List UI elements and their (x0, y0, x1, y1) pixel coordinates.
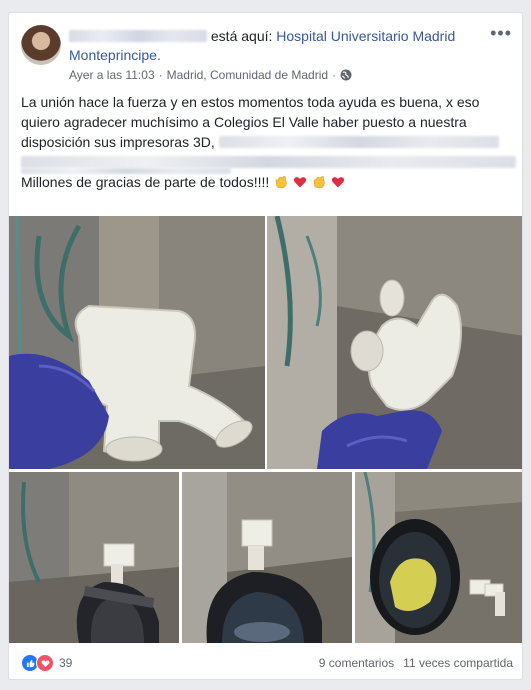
post-text-line-5: Millones de gracias de parte de todos!!!… (21, 172, 516, 192)
reaction-count[interactable]: 39 (59, 656, 72, 670)
post-card: está aquí: Hospital Universitario Madrid… (8, 12, 523, 680)
meta-separator: · (158, 68, 163, 82)
reactions-summary[interactable]: 39 (21, 654, 72, 672)
comments-count[interactable]: 9 comentarios (319, 656, 394, 670)
redacted-text (21, 168, 231, 174)
shares-count[interactable]: 11 veces compartida (403, 656, 513, 670)
redacted-text (21, 156, 516, 168)
clap-emoji (275, 176, 287, 189)
photo-snorkel-mask-1[interactable] (9, 472, 179, 643)
post-text-line-1: La unión hace la fuerza y en estos momen… (21, 94, 480, 110)
more-options-icon[interactable]: ••• (490, 24, 512, 42)
meta-separator-2: · (332, 68, 337, 82)
heart-emoji (331, 177, 344, 188)
photo-valve-piece-2[interactable] (267, 216, 522, 469)
photo-snorkel-mask-2[interactable] (182, 472, 352, 643)
globe-icon[interactable] (340, 69, 352, 81)
heart-emoji (293, 177, 307, 188)
photo-snorkel-mask-3[interactable] (355, 472, 522, 643)
timestamp[interactable]: Ayer a las 11:03 (69, 68, 155, 82)
redacted-text (218, 136, 499, 148)
author-name-redacted[interactable] (69, 30, 207, 42)
post-text-line-3-visible: disposición sus impresoras 3D, (21, 134, 215, 150)
post-text-line-4 (21, 152, 516, 174)
post-footer: 39 9 comentarios 11 veces compartida (21, 653, 513, 673)
post-text-line-5-text: Millones de gracias de parte de todos!!!… (21, 174, 270, 190)
photo-valve-piece-1[interactable] (9, 216, 265, 469)
post-text-line-3: disposición sus impresoras 3D, (21, 132, 516, 152)
location[interactable]: Madrid, Comunidad de Madrid (167, 68, 328, 82)
love-icon (36, 654, 54, 672)
header-verb: está aquí: (210, 28, 273, 44)
post-text-line-2: quiero agradecer muchísimo a Colegios El… (21, 114, 467, 130)
post-text: La unión hace la fuerza y en estos momen… (21, 92, 516, 192)
author-avatar[interactable] (21, 25, 61, 65)
clap-emoji (313, 176, 325, 189)
post-header: está aquí: Hospital Universitario Madrid… (69, 27, 489, 65)
post-meta: Ayer a las 11:03 · Madrid, Comunidad de … (69, 68, 352, 82)
